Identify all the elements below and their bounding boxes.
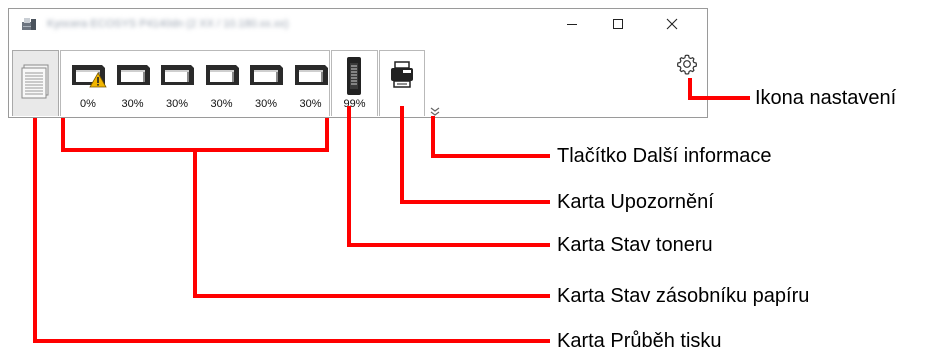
callout-toner-tab: Karta Stav toneru	[557, 234, 713, 256]
callout-line-trays-stem	[193, 148, 550, 298]
callout-alert-tab: Karta Upozornění	[557, 191, 714, 213]
callout-line-toner	[347, 106, 550, 247]
callout-more-info-button: Tlačítko Další informace	[557, 145, 772, 167]
callout-tray-tab: Karta Stav zásobníku papíru	[557, 285, 810, 307]
callout-line-trays	[61, 118, 329, 152]
callout-print-progress-tab: Karta Průběh tisku	[557, 330, 722, 352]
callout-settings-icon: Ikona nastavení	[755, 87, 897, 109]
callout-line-more-info	[431, 116, 550, 158]
callout-line-print	[33, 118, 550, 343]
callout-line-settings	[688, 78, 750, 100]
